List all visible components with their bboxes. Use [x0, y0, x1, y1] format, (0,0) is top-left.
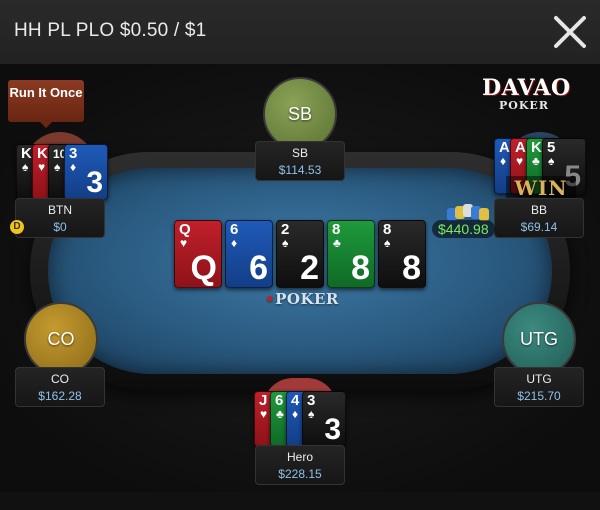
seat-avatar-sb[interactable]: SB — [263, 77, 337, 151]
board-card-4: 8 ♣ 8 — [327, 220, 375, 288]
pot-amount: $440.98 — [432, 220, 495, 238]
seat-stack: $114.53 — [278, 163, 322, 177]
dealer-button: D — [10, 220, 24, 234]
seat-plate-bb[interactable]: BB $69.14 — [494, 198, 584, 238]
felt-logo: •POKER — [265, 290, 339, 308]
seat-name: Hero — [286, 450, 313, 464]
btn-hole-cards: K ♠ K ♥ 10 ♠ 3 ♦ 3 — [16, 144, 108, 200]
seat-stack: $0 — [53, 220, 67, 234]
seat-name: BTN — [48, 203, 72, 217]
close-icon[interactable] — [552, 14, 588, 50]
table-title: HH PL PLO $0.50 / $1 — [14, 20, 207, 41]
btn-card-4: 3 ♦ 3 — [64, 144, 108, 200]
hero-hole-cards: J ♥ 6 ♣ 4 ♦ 3 ♠ 3 — [254, 391, 346, 447]
seat-stack: $215.70 — [517, 389, 561, 403]
seat-plate-hero[interactable]: Hero $228.15 — [255, 445, 345, 485]
board-card-5: 8 ♠ 8 — [378, 220, 426, 288]
run-it-once-badge[interactable]: Run It Once — [8, 80, 84, 122]
seat-name: CO — [51, 372, 69, 386]
seat-avatar-co[interactable]: CO — [24, 302, 98, 376]
seat-plate-co[interactable]: CO $162.28 — [15, 367, 105, 407]
seat-plate-btn[interactable]: BTN $0 — [15, 198, 105, 238]
seat-name: BB — [530, 203, 547, 217]
seat-name: UTG — [526, 372, 552, 386]
title-bar: HH PL PLO $0.50 / $1 — [0, 0, 600, 65]
bottom-strip — [0, 492, 600, 510]
brand-name: DAVAO — [482, 75, 571, 101]
seat-plate-utg[interactable]: UTG $215.70 — [494, 367, 584, 407]
board-card-1: Q ♥ Q — [174, 220, 222, 288]
run-it-once-pointer — [40, 122, 52, 128]
board-card-2: 6 ♦ 6 — [225, 220, 273, 288]
seat-avatar-utg[interactable]: UTG — [502, 302, 576, 376]
hero-card-4[interactable]: 3 ♠ 3 — [302, 391, 346, 447]
win-banner: WIN — [506, 176, 576, 200]
seat-stack: $228.15 — [278, 467, 322, 481]
seat-stack: $162.28 — [38, 389, 82, 403]
board-card-3: 2 ♠ 2 — [276, 220, 324, 288]
seat-plate-sb[interactable]: SB $114.53 — [255, 141, 345, 181]
seat-stack: $69.14 — [520, 220, 558, 234]
brand-logo: DAVAO POKER — [482, 75, 571, 112]
brand-sub: POKER — [499, 99, 549, 112]
seat-name: SB — [291, 146, 308, 160]
